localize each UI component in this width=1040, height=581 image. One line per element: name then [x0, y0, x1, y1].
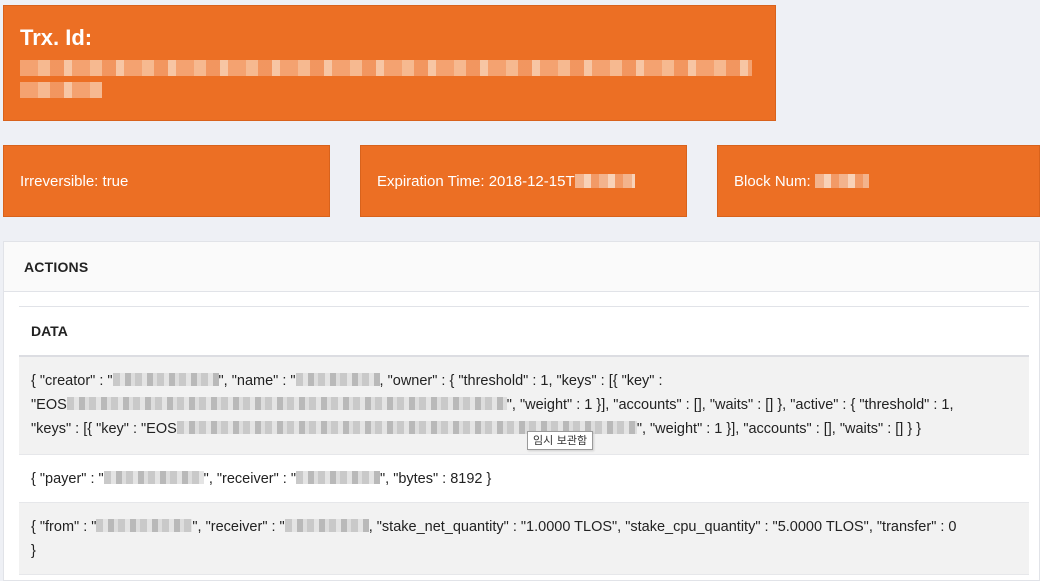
redacted-value: [103, 471, 204, 484]
row-text: , "owner" : { "threshold" : 1, "keys" : …: [379, 373, 663, 389]
redacted-value: [112, 373, 219, 386]
expiration-time-label: Expiration Time: 2018-12-15T: [377, 172, 575, 190]
transaction-id-card: Trx. Id:: [3, 5, 776, 121]
redacted-value: [96, 519, 193, 532]
tooltip: 임시 보관함: [527, 431, 594, 450]
row-text: ", "receiver" : ": [192, 519, 285, 535]
redacted-value: [295, 373, 380, 386]
row-text: { "creator" : ": [31, 373, 113, 389]
redacted-value: [284, 519, 369, 532]
row-text: "EOS: [31, 397, 67, 413]
actions-header: ACTIONS: [4, 242, 1039, 292]
redacted-value: [295, 471, 380, 484]
table-row[interactable]: { "creator" : " ", "name" : " , "owner" : …: [19, 357, 1029, 455]
row-text: ", "name" : ": [218, 373, 296, 389]
transaction-id-title: Trx. Id:: [20, 25, 93, 50]
row-text: "keys" : [{ "key" : "EOS: [31, 421, 177, 437]
row-text: { "payer" : ": [31, 471, 104, 487]
row-text: ", "weight" : 1 }], "accounts" : [], "wa…: [636, 421, 922, 437]
actions-data-table: DATA { "creator" : " ", "name" : " , "owne…: [19, 306, 1029, 575]
row-text: { "from" : ": [31, 519, 97, 535]
block-num-label: Block Num:: [734, 172, 811, 190]
expiration-time-card: Expiration Time: 2018-12-15T: [360, 145, 687, 217]
transaction-id-redacted-2: [20, 82, 102, 98]
table-row[interactable]: { "payer" : " ", "receiver" : " ", "bytes"…: [19, 455, 1029, 503]
block-num-card: Block Num:: [717, 145, 1040, 217]
data-column-header: DATA: [19, 307, 1029, 357]
irreversible-card: Irreversible: true: [3, 145, 330, 217]
block-num-redacted: [814, 174, 869, 188]
transaction-page: Trx. Id: Irreversible: true Expiration T…: [0, 0, 1040, 581]
table-row[interactable]: { "from" : " ", "receiver" : " , "stake_ne…: [19, 503, 1029, 575]
row-text: ", "receiver" : ": [203, 471, 296, 487]
row-text: }: [31, 543, 36, 559]
redacted-value: [66, 397, 507, 410]
transaction-id-redacted: [20, 60, 752, 76]
actions-panel: ACTIONS DATA { "creator" : " ", "name" : …: [3, 241, 1040, 581]
row-text: , "stake_net_quantity" : "1.0000 TLOS", …: [368, 519, 957, 535]
row-text: ", "weight" : 1 }], "accounts" : [], "wa…: [506, 397, 954, 413]
expiration-time-redacted: [574, 174, 635, 188]
irreversible-label: Irreversible: true: [20, 172, 129, 190]
row-text: ", "bytes" : 8192 }: [379, 471, 492, 487]
